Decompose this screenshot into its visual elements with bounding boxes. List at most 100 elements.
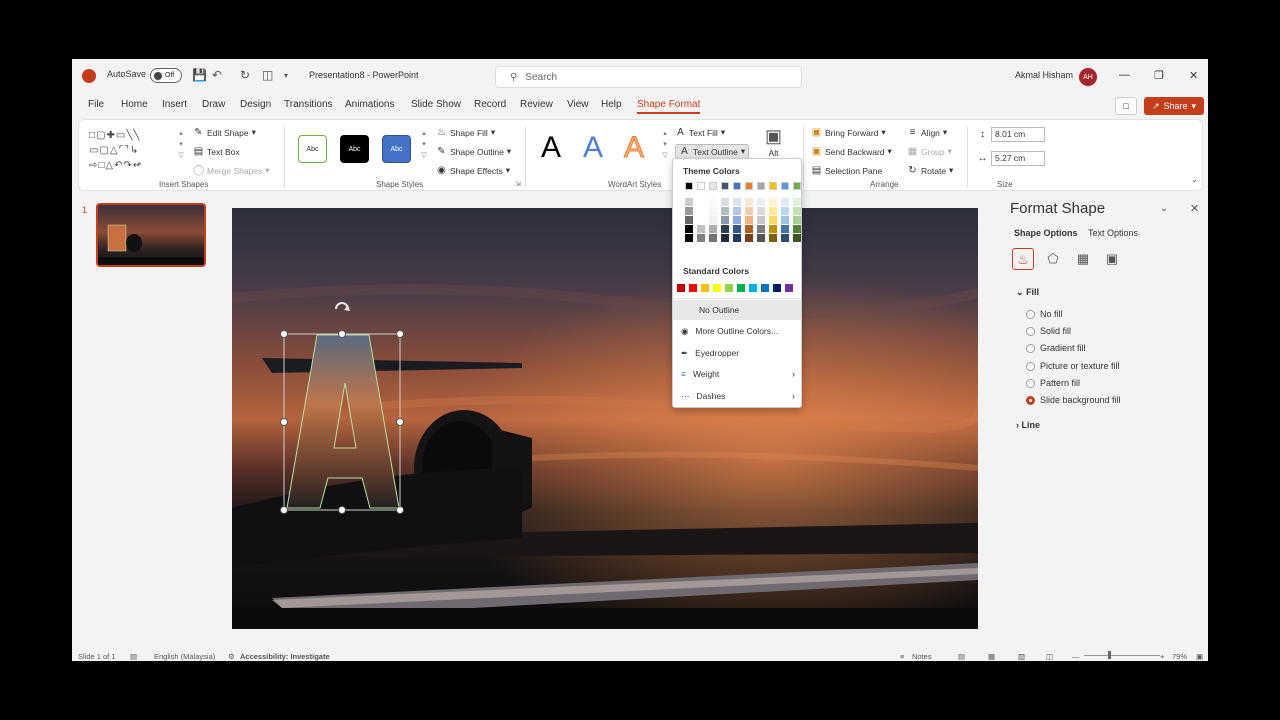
merge-shapes-button[interactable]: ◯ Merge Shapes ▾ (193, 165, 270, 176)
theme-shade-swatch[interactable] (721, 198, 729, 206)
dashes-item[interactable]: ⋯ Dashes › (673, 386, 801, 406)
theme-shade-swatch[interactable] (733, 216, 741, 224)
fill-option-picture[interactable]: Picture or texture fill (1026, 361, 1120, 371)
theme-shade-swatch[interactable] (757, 216, 765, 224)
pane-close-icon[interactable]: ✕ (1190, 202, 1199, 215)
fill-option-no-fill[interactable]: No fill (1026, 309, 1063, 319)
fill-option-pattern[interactable]: Pattern fill (1026, 378, 1080, 388)
restore-icon[interactable]: ❐ (1154, 69, 1164, 82)
fill-option-gradient[interactable]: Gradient fill (1026, 343, 1086, 353)
theme-shade-swatch[interactable] (757, 207, 765, 215)
dialog-launcher-icon[interactable]: ⇲ (515, 180, 521, 188)
collapse-ribbon-icon[interactable]: ⌄ (1191, 175, 1198, 184)
tab-review[interactable]: Review (520, 99, 553, 110)
tab-slide-show[interactable]: Slide Show (411, 99, 461, 110)
theme-shade-swatch[interactable] (769, 198, 777, 206)
theme-shade-swatch[interactable] (733, 198, 741, 206)
theme-shade-swatch[interactable] (745, 198, 753, 206)
theme-shade-swatch[interactable] (793, 216, 801, 224)
tab-file[interactable]: File (88, 99, 104, 110)
theme-shade-swatch[interactable] (793, 207, 801, 215)
zoom-in-icon[interactable]: + (1160, 652, 1164, 661)
send-backward-button[interactable]: ▣ Send Backward ▾ (811, 146, 892, 157)
theme-shade-swatch[interactable] (769, 225, 777, 233)
theme-shade-swatch[interactable] (781, 198, 789, 206)
theme-color-swatch[interactable] (793, 182, 801, 190)
theme-shade-swatch[interactable] (745, 234, 753, 242)
weight-item[interactable]: ≡ Weight › (673, 364, 801, 384)
eyedropper-item[interactable]: ✒ Eyedropper (673, 343, 801, 363)
theme-shade-swatch[interactable] (793, 198, 801, 206)
rotate-button[interactable]: ↻ Rotate ▾ (907, 165, 953, 176)
shape-style-2[interactable]: Abc (340, 135, 369, 163)
theme-shade-swatch[interactable] (685, 225, 693, 233)
align-button[interactable]: ≡ Align ▾ (907, 127, 948, 138)
width-field[interactable]: ↔ 5.27 cm (977, 151, 1045, 166)
theme-shade-swatch[interactable] (757, 234, 765, 242)
theme-shade-swatch[interactable] (721, 234, 729, 242)
theme-shade-swatch[interactable] (781, 207, 789, 215)
group-button[interactable]: ▦ Group ▾ (907, 146, 952, 157)
spellcheck-icon[interactable]: ▤ (130, 652, 137, 661)
theme-shade-swatch[interactable] (685, 234, 693, 242)
theme-color-swatch[interactable] (709, 182, 717, 190)
theme-shade-swatch[interactable] (733, 225, 741, 233)
standard-color-swatch[interactable] (713, 284, 721, 292)
theme-shade-swatch[interactable] (793, 225, 801, 233)
theme-shade-swatch[interactable] (697, 216, 705, 224)
standard-color-swatch[interactable] (773, 284, 781, 292)
tab-shape-format[interactable]: Shape Format (637, 99, 701, 114)
theme-color-swatch[interactable] (769, 182, 777, 190)
radio-button[interactable] (1026, 343, 1035, 353)
line-section-header[interactable]: › Line (1016, 420, 1040, 430)
minimize-icon[interactable]: — (1119, 69, 1130, 81)
standard-color-swatch[interactable] (737, 284, 745, 292)
theme-shade-swatch[interactable] (721, 207, 729, 215)
theme-color-swatch[interactable] (757, 182, 765, 190)
radio-button[interactable] (1026, 361, 1035, 371)
fill-line-icon[interactable]: ♨ (1012, 248, 1034, 270)
fill-option-solid[interactable]: Solid fill (1026, 326, 1071, 336)
tab-view[interactable]: View (567, 99, 589, 110)
standard-color-swatch[interactable] (689, 284, 697, 292)
theme-shade-swatch[interactable] (769, 234, 777, 242)
shapes-gallery[interactable]: □▢✚▭╲╲ ▭▢△⌜⌝↳ ⇨□△↶↷↫ (89, 128, 179, 172)
theme-color-swatch[interactable] (697, 182, 705, 190)
tab-design[interactable]: Design (240, 99, 271, 110)
redo-icon[interactable]: ↻ (240, 68, 250, 82)
theme-shade-swatch[interactable] (697, 198, 705, 206)
slide-thumbnail[interactable] (96, 203, 206, 267)
theme-shade-swatch[interactable] (709, 216, 717, 224)
fill-option-slide-background[interactable]: Slide background fill (1026, 395, 1121, 405)
customize-chevron-icon[interactable]: ▾ (284, 71, 288, 80)
theme-shade-swatch[interactable] (697, 207, 705, 215)
save-icon[interactable]: 💾 (192, 68, 207, 82)
theme-shade-swatch[interactable] (685, 216, 693, 224)
standard-color-swatch[interactable] (701, 284, 709, 292)
comments-button[interactable]: □ (1115, 97, 1137, 115)
notes-button[interactable]: Notes (912, 652, 932, 661)
slide-canvas[interactable] (232, 208, 978, 629)
theme-color-swatch[interactable] (781, 182, 789, 190)
search-box[interactable]: ⚲ Search (495, 66, 802, 88)
fit-slide-icon[interactable]: ▣ (1196, 652, 1203, 661)
gallery-scroll-arrows[interactable]: ▴ ▾ ▽ (177, 128, 185, 161)
reading-view-icon[interactable]: ▧ (1018, 652, 1025, 661)
tab-shape-options[interactable]: Shape Options (1014, 228, 1078, 238)
tab-animations[interactable]: Animations (345, 99, 394, 110)
slide-sorter-icon[interactable]: ▦ (988, 652, 995, 661)
zoom-slider-thumb[interactable] (1108, 651, 1111, 659)
theme-shade-swatch[interactable] (709, 207, 717, 215)
theme-shade-swatch[interactable] (733, 207, 741, 215)
accessibility-status[interactable]: Accessibility: Investigate (240, 652, 330, 661)
zoom-out-icon[interactable]: — (1072, 652, 1080, 661)
theme-shade-swatch[interactable] (769, 216, 777, 224)
theme-shade-swatch[interactable] (745, 225, 753, 233)
text-outline-button[interactable]: A Text Outline ▾ (675, 144, 750, 159)
theme-shade-swatch[interactable] (769, 207, 777, 215)
theme-shade-swatch[interactable] (793, 234, 801, 242)
wordart-style-black[interactable]: A (541, 131, 561, 165)
fill-section-header[interactable]: ⌄ Fill (1016, 287, 1039, 298)
theme-shade-swatch[interactable] (781, 234, 789, 242)
height-input[interactable]: 8.01 cm (991, 127, 1045, 142)
